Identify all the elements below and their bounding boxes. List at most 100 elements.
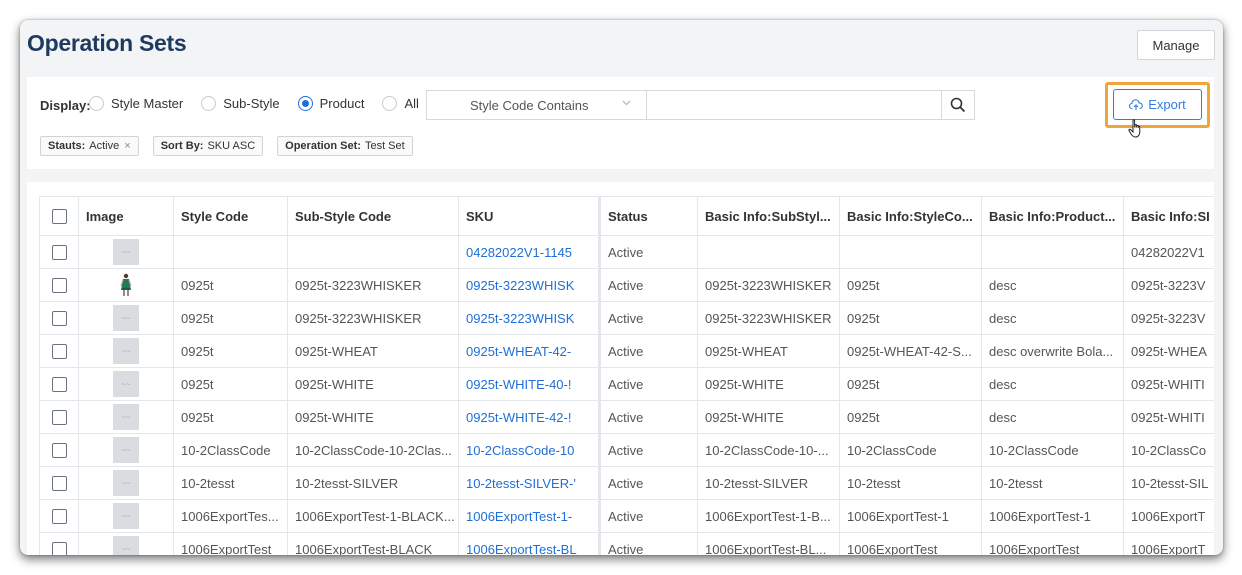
select-all-checkbox-cell[interactable] xyxy=(39,196,79,236)
radio-label: Style Master xyxy=(111,96,184,111)
row-checkbox-cell[interactable] xyxy=(39,334,79,368)
table-row[interactable]: ~~ 1006ExportTes... 1006ExportTest-1-BLACK… xyxy=(39,499,1214,533)
radio-sub-style[interactable]: Sub-Style xyxy=(201,96,280,111)
basic-info-sku-cell: 1006ExportT xyxy=(1123,499,1214,533)
image-placeholder[interactable]: ~~ xyxy=(113,437,139,463)
radio-button[interactable] xyxy=(382,96,398,111)
manage-button[interactable]: Manage xyxy=(1137,30,1215,60)
status-cell: Active xyxy=(599,235,698,269)
close-icon[interactable]: × xyxy=(124,140,130,152)
table-row[interactable]: ~~ 1006ExportTest 1006ExportTest-BLACK 1006… xyxy=(39,532,1214,555)
row-checkbox-cell[interactable] xyxy=(39,367,79,401)
status-cell: Active xyxy=(599,466,698,500)
image-placeholder[interactable]: ~~ xyxy=(113,338,139,364)
display-radio-group: Style Master Sub-Style Product All xyxy=(89,96,437,111)
sku-link[interactable]: 0925t-WHITE-42-! xyxy=(458,400,601,434)
product-thumbnail[interactable] xyxy=(113,272,139,298)
row-checkbox-cell[interactable] xyxy=(39,499,79,533)
basic-info-stylecode-cell: 0925t-WHEAT-42-S... xyxy=(839,334,982,368)
row-checkbox[interactable] xyxy=(51,508,67,524)
sub-style-code-cell: 0925t-WHITE xyxy=(287,400,459,434)
column-header-basic-info-stylecode[interactable]: Basic Info:StyleCo... xyxy=(839,196,982,236)
row-checkbox-cell[interactable] xyxy=(39,301,79,335)
search-field-select[interactable]: Style Code Contains xyxy=(426,90,646,120)
row-checkbox[interactable] xyxy=(51,541,67,555)
data-table: Image Style Code Sub-Style Code SKU Stat… xyxy=(39,196,1214,555)
image-placeholder[interactable]: ~~ xyxy=(113,305,139,331)
sku-link[interactable]: 1006ExportTest-1- xyxy=(458,499,601,533)
radio-label: Sub-Style xyxy=(223,96,280,111)
row-checkbox-cell[interactable] xyxy=(39,433,79,467)
basic-info-product-cell: 10-2ClassCode xyxy=(981,433,1124,467)
sku-link[interactable]: 04282022V1-1145 xyxy=(458,235,601,269)
image-cell: ~~ xyxy=(78,367,174,401)
row-checkbox[interactable] xyxy=(51,376,67,392)
row-checkbox-cell[interactable] xyxy=(39,400,79,434)
table-row[interactable]: 0925t 0925t-3223WHISKER 0925t-3223WHISK Act… xyxy=(39,268,1214,302)
filter-panel: Display: Style Master Sub-Style Product … xyxy=(27,77,1214,169)
export-button[interactable]: Export xyxy=(1113,89,1202,120)
column-header-basic-info-sku[interactable]: Basic Info:SI xyxy=(1123,196,1214,236)
status-cell: Active xyxy=(599,367,698,401)
image-placeholder[interactable]: ~~ xyxy=(113,470,139,496)
sku-link[interactable]: 0925t-WHITE-40-! xyxy=(458,367,601,401)
image-placeholder[interactable]: ~~ xyxy=(113,503,139,529)
row-checkbox[interactable] xyxy=(51,475,67,491)
sub-style-code-cell: 0925t-3223WHISKER xyxy=(287,268,459,302)
column-header-status[interactable]: Status xyxy=(599,196,698,236)
table-row[interactable]: ~~ 0925t 0925t-WHEAT 0925t-WHEAT-42- Active 0… xyxy=(39,334,1214,368)
row-checkbox[interactable] xyxy=(51,310,67,326)
basic-info-sku-cell: 0925t-3223V xyxy=(1123,268,1214,302)
basic-info-sku-cell: 0925t-3223V xyxy=(1123,301,1214,335)
search-button[interactable] xyxy=(941,90,975,120)
sub-style-code-cell: 1006ExportTest-BLACK xyxy=(287,532,459,555)
table-row[interactable]: ~~ 0925t 0925t-3223WHISKER 0925t-3223WHISK A… xyxy=(39,301,1214,335)
basic-info-sku-cell: 1006ExportT xyxy=(1123,532,1214,555)
row-checkbox[interactable] xyxy=(51,277,67,293)
radio-label: Product xyxy=(319,96,365,111)
column-header-image[interactable]: Image xyxy=(78,196,174,236)
sku-link[interactable]: 10-2ClassCode-10 xyxy=(458,433,601,467)
sku-link[interactable]: 1006ExportTest-BL xyxy=(458,532,601,555)
radio-button[interactable] xyxy=(89,96,104,111)
column-header-basic-info-product[interactable]: Basic Info:Product... xyxy=(981,196,1124,236)
table-row[interactable]: ~~ 0925t 0925t-WHITE 0925t-WHITE-42-! Active… xyxy=(39,400,1214,434)
row-checkbox[interactable] xyxy=(51,244,67,260)
radio-style-master[interactable]: Style Master xyxy=(89,96,183,111)
select-all-checkbox[interactable] xyxy=(51,208,67,224)
image-placeholder[interactable]: ~~ xyxy=(113,371,139,397)
row-checkbox-cell[interactable] xyxy=(39,268,79,302)
basic-info-substyle-cell: 0925t-3223WHISKER xyxy=(697,268,840,302)
radio-product[interactable]: Product xyxy=(297,96,365,111)
sku-link[interactable]: 0925t-3223WHISK xyxy=(458,301,601,335)
radio-all[interactable]: All xyxy=(382,96,419,111)
column-header-sku[interactable]: SKU xyxy=(458,196,601,236)
column-header-basic-info-substyle[interactable]: Basic Info:SubStyl... xyxy=(697,196,840,236)
row-checkbox-cell[interactable] xyxy=(39,235,79,269)
column-header-style-code[interactable]: Style Code xyxy=(173,196,288,236)
status-filter-tag[interactable]: Stauts: Active × xyxy=(40,136,139,156)
row-checkbox-cell[interactable] xyxy=(39,532,79,555)
table-row[interactable]: ~~ 10-2tesst 10-2tesst-SILVER 10-2tesst-SIL… xyxy=(39,466,1214,500)
basic-info-sku-cell: 04282022V1 xyxy=(1123,235,1214,269)
sort-filter-tag[interactable]: Sort By: SKU ASC xyxy=(152,136,264,156)
operation-set-filter-tag[interactable]: Operation Set: Test Set xyxy=(277,136,413,156)
sku-link[interactable]: 0925t-WHEAT-42- xyxy=(458,334,601,368)
image-placeholder[interactable]: ~~ xyxy=(113,536,139,555)
row-checkbox[interactable] xyxy=(51,343,67,359)
sku-link[interactable]: 10-2tesst-SILVER-' xyxy=(458,466,601,500)
search-input[interactable] xyxy=(646,90,942,120)
image-placeholder[interactable]: ~~ xyxy=(113,404,139,430)
row-checkbox[interactable] xyxy=(51,442,67,458)
row-checkbox-cell[interactable] xyxy=(39,466,79,500)
column-header-sub-style-code[interactable]: Sub-Style Code xyxy=(287,196,459,236)
image-placeholder[interactable]: ~~ xyxy=(113,239,139,265)
basic-info-stylecode-cell xyxy=(839,235,982,269)
table-row[interactable]: ~~ 10-2ClassCode 10-2ClassCode-10-2Clas...… xyxy=(39,433,1214,467)
radio-button[interactable] xyxy=(201,96,217,111)
sku-link[interactable]: 0925t-3223WHISK xyxy=(458,268,601,302)
row-checkbox[interactable] xyxy=(51,409,67,425)
radio-button-selected[interactable] xyxy=(297,96,313,111)
table-row[interactable]: ~~ 04282022V1-1145 Active 04282022V1 xyxy=(39,235,1214,269)
table-row[interactable]: ~~ 0925t 0925t-WHITE 0925t-WHITE-40-! Active… xyxy=(39,367,1214,401)
